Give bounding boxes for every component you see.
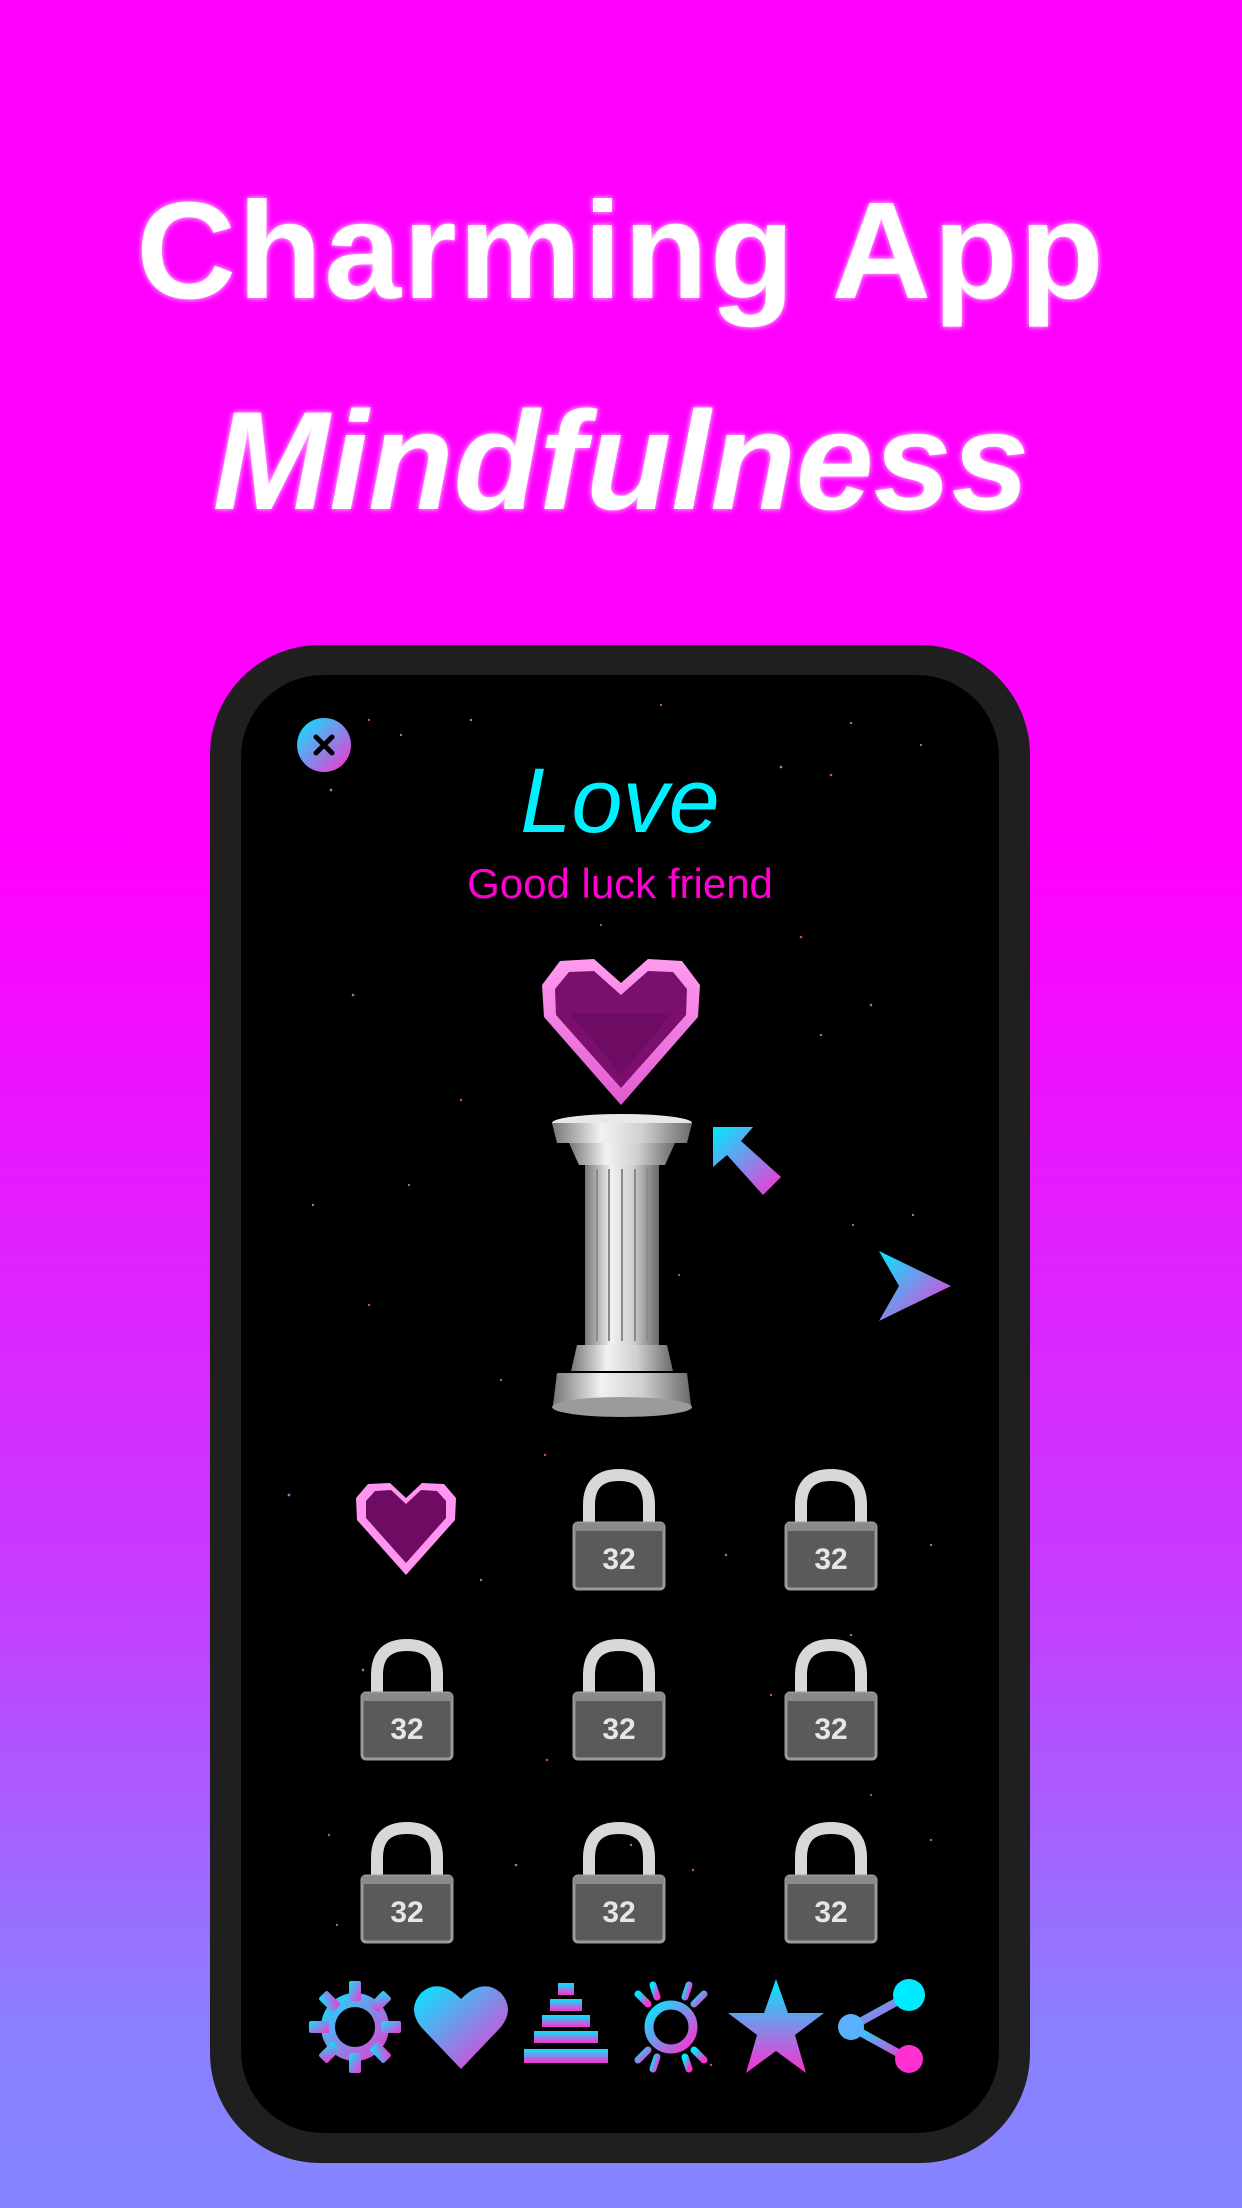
lock-level-label: 32 bbox=[814, 1713, 848, 1746]
lock-level-label: 32 bbox=[390, 1896, 424, 1929]
arrow-right-icon[interactable] bbox=[877, 1249, 953, 1323]
lock-level-label: 32 bbox=[602, 1896, 636, 1929]
levels-pyramid-icon[interactable] bbox=[516, 1977, 616, 2077]
settings-gear-icon[interactable] bbox=[305, 1977, 405, 2077]
page-title: Love bbox=[520, 750, 720, 852]
app-screen: Love Good luck friend 32 32 32 32 32 32 … bbox=[241, 675, 999, 2133]
grid-item-heart[interactable] bbox=[352, 1480, 460, 1576]
promo-title: Charming App bbox=[136, 174, 1106, 328]
locked-slot[interactable]: 32 bbox=[352, 1635, 462, 1765]
share-icon[interactable] bbox=[831, 1977, 931, 2077]
lock-level-label: 32 bbox=[390, 1713, 424, 1746]
locked-slot[interactable]: 32 bbox=[352, 1818, 462, 1948]
locked-slot[interactable]: 32 bbox=[564, 1465, 674, 1595]
locked-slot[interactable]: 32 bbox=[564, 1635, 674, 1765]
lock-level-label: 32 bbox=[602, 1543, 636, 1576]
phone-frame: Love Good luck friend 32 32 32 32 32 32 … bbox=[210, 645, 1030, 2163]
lock-level-label: 32 bbox=[602, 1713, 636, 1746]
sun-icon[interactable] bbox=[621, 1977, 721, 2077]
page-subtitle: Good luck friend bbox=[467, 860, 773, 907]
lock-level-label: 32 bbox=[814, 1896, 848, 1929]
lock-level-label: 32 bbox=[814, 1543, 848, 1576]
pedestal-column bbox=[552, 1114, 692, 1417]
locked-slot[interactable]: 32 bbox=[776, 1818, 886, 1948]
featured-heart-icon[interactable] bbox=[536, 955, 706, 1107]
heart-icon[interactable] bbox=[411, 1977, 511, 2077]
locked-slot[interactable]: 32 bbox=[776, 1635, 886, 1765]
locked-slot[interactable]: 32 bbox=[564, 1818, 674, 1948]
star-icon[interactable] bbox=[726, 1977, 826, 2077]
promo-subtitle: Mindfulness bbox=[212, 382, 1030, 539]
locked-slot[interactable]: 32 bbox=[776, 1465, 886, 1595]
arrow-up-left-icon[interactable] bbox=[711, 1125, 783, 1197]
